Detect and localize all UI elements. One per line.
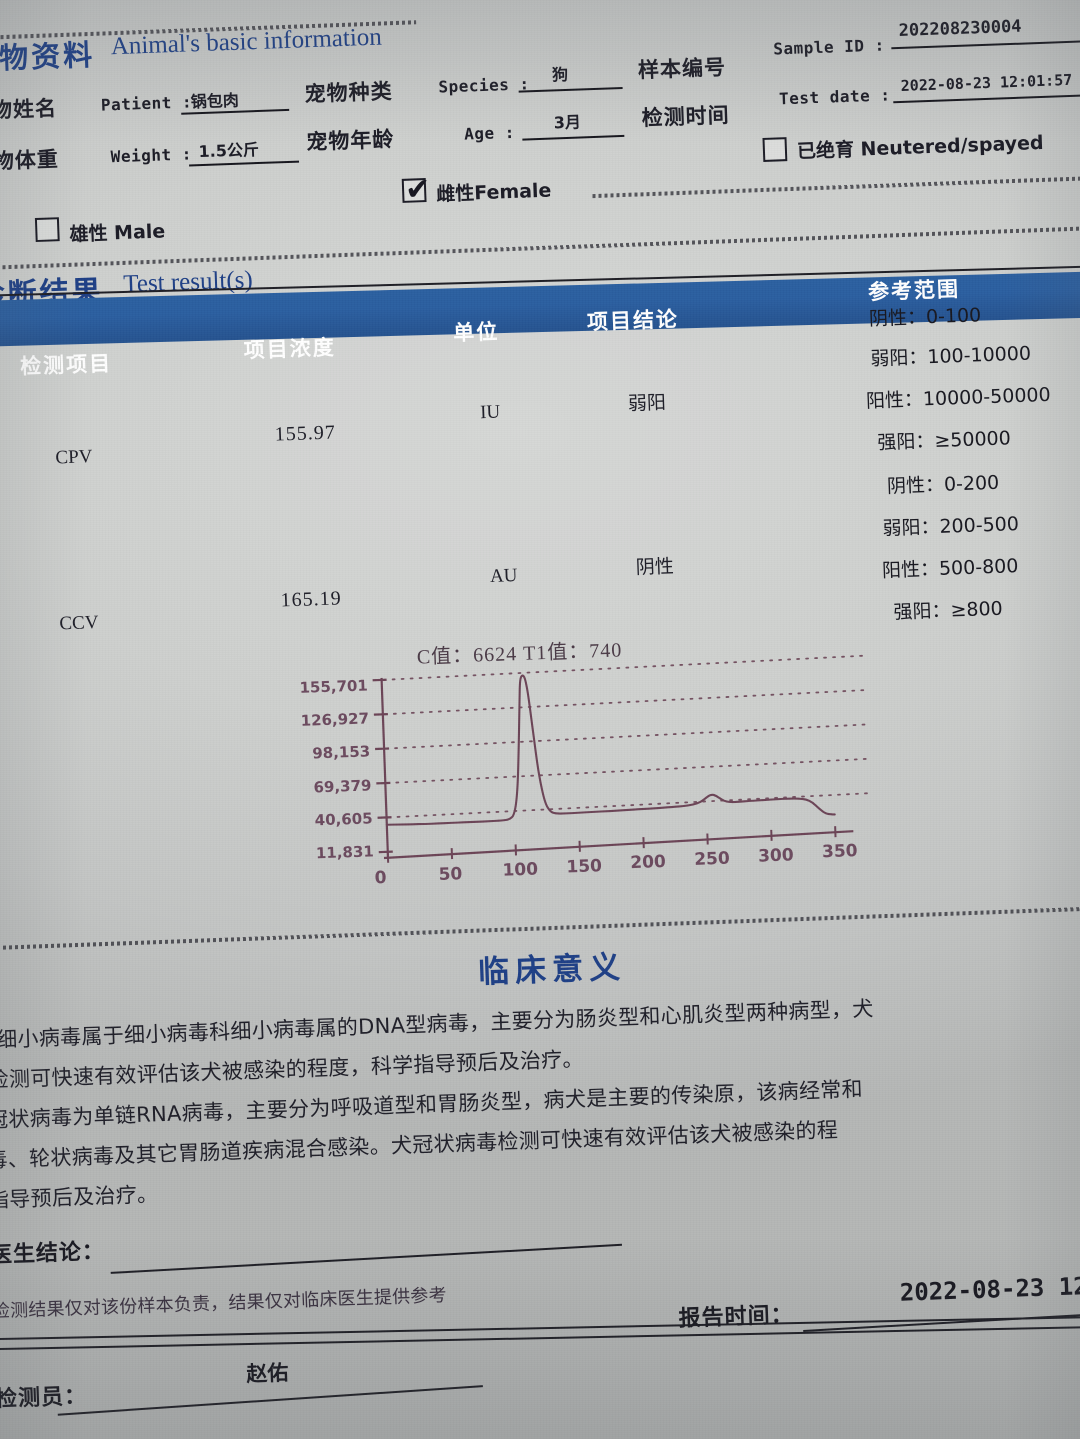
animal-info-title-en: Animal's basic information: [110, 23, 383, 61]
species-label-cn: 宠物种类: [304, 79, 394, 107]
row-unit-ccv: AU: [489, 565, 518, 587]
y-axis-tick-label: 69,379: [313, 775, 372, 797]
test-date-underline: [893, 93, 1080, 104]
x-axis-tick-label: 350: [821, 841, 858, 863]
report-time-label: 报告时间：: [678, 1302, 795, 1332]
report-footer: 医生结论： 检测结果仅对该份样本负责，结果仅对临床医生提供参考 检测员： 赵佑 …: [0, 1174, 1080, 1439]
weight-value: 1.5公斤: [198, 140, 260, 162]
x-axis-tick-label: 50: [438, 863, 463, 885]
reference-ccv-negative: 阴性：0-200: [886, 471, 1000, 498]
x-axis-tick-label: 250: [693, 848, 731, 870]
neutered-label: 已绝育 Neutered/spayed: [796, 131, 1044, 163]
test-results-section: 诊断结果 Test result(s) 检测项目 项目浓度 单位 项目结论 参考…: [0, 229, 1080, 670]
patient-label-en: Patient :: [100, 92, 193, 115]
neutered-checkbox[interactable]: [762, 137, 788, 162]
age-underline: [522, 134, 625, 141]
row-conclusion-ccv: 阴性: [635, 555, 675, 579]
tester-label: 检测员：: [0, 1383, 88, 1413]
species-underline: [518, 86, 623, 93]
sample-id-label-en: Sample ID :: [772, 35, 886, 59]
patient-value: 锅包肉: [190, 90, 240, 112]
column-header-unit: 单位: [452, 319, 500, 346]
row-conclusion-cpv: 弱阳: [627, 391, 667, 415]
header-dashed-rule-right: [592, 175, 1080, 199]
doctor-conclusion-underline: [110, 1243, 622, 1274]
age-value: 3月: [553, 112, 582, 133]
species-label-en: Species :: [438, 74, 530, 97]
row-concentration-cpv: 155.97: [274, 421, 337, 446]
row-concentration-ccv: 165.19: [280, 587, 343, 612]
male-label: 雄性 Male: [69, 220, 166, 246]
female-check-icon: ✔: [404, 171, 431, 208]
doctor-conclusion-label: 医生结论：: [0, 1239, 106, 1269]
row-item-ccv: CCV: [59, 612, 99, 635]
report-time-value: 2022-08-23 12:15: [899, 1270, 1080, 1307]
reference-cpv-weak-positive: 弱阳：100-10000: [870, 342, 1032, 371]
test-date-label-en: Test date :: [778, 85, 891, 109]
reference-cpv-strong-positive: 强阳：≥50000: [877, 427, 1012, 455]
clinical-line-1: 细小病毒属于细小病毒科细小病毒属的DNA型病毒，主要分为肠炎型和心肌炎型两种病型…: [0, 996, 874, 1052]
sample-id-underline: [891, 40, 1080, 50]
x-axis-tick-label: 0: [374, 867, 387, 889]
sample-id-label-cn: 样本编号: [637, 55, 727, 83]
reference-ccv-positive: 阳性：500-800: [881, 555, 1019, 582]
y-axis-tick-label: 155,701: [299, 676, 369, 697]
patient-label-cn: 宠物姓名: [0, 96, 58, 124]
x-axis-tick-label: 150: [566, 856, 603, 878]
y-axis-tick-label: 40,605: [314, 809, 373, 830]
reference-cpv-negative: 阴性：0-100: [868, 304, 982, 331]
row-unit-cpv: IU: [479, 401, 501, 424]
sample-id-value: 202208230004: [898, 16, 1022, 42]
report-page: 动物资料 Animal's basic information 宠物姓名 Pat…: [0, 0, 1080, 1439]
amplification-chart: C值：6624 T1值：740 11,831 40,605 69,379 98,153…: [268, 625, 877, 916]
reference-ccv-strong-positive: 强阳：≥800: [893, 597, 1004, 624]
column-header-conclusion: 项目结论: [586, 307, 680, 335]
animal-info-section: 动物资料 Animal's basic information 宠物姓名 Pat…: [0, 0, 1080, 271]
male-checkbox[interactable]: [34, 217, 60, 243]
paper-sheet: 动物资料 Animal's basic information 宠物姓名 Pat…: [0, 0, 1080, 1439]
y-axis-tick-label: 11,831: [315, 842, 375, 863]
female-checkbox[interactable]: ✔: [401, 172, 431, 208]
animal-info-title-cn: 动物资料: [0, 37, 96, 77]
age-label-cn: 宠物年龄: [305, 127, 395, 155]
column-header-concentration: 项目浓度: [243, 335, 337, 363]
y-axis-tick-label: 98,153: [312, 742, 371, 763]
clinical-line-5: 指导预后及治疗。: [0, 1182, 159, 1213]
tester-underline: [57, 1385, 483, 1416]
column-header-item: 检测项目: [19, 351, 113, 379]
weight-label-cn: 宠物体重: [0, 147, 60, 175]
age-label-en: Age :: [463, 122, 516, 144]
species-value: 狗: [551, 64, 569, 85]
reference-cpv-positive: 阳性：10000-50000: [865, 383, 1052, 413]
reference-ccv-weak-positive: 弱阳：200-500: [882, 513, 1020, 540]
test-date-label-cn: 检测时间: [641, 103, 731, 131]
row-item-cpv: CPV: [55, 446, 93, 469]
x-axis-tick-label: 300: [757, 845, 795, 867]
x-axis-tick-label: 100: [502, 859, 539, 881]
female-label: 雌性Female: [435, 179, 552, 206]
clinical-significance-title: 临床意义: [477, 949, 627, 991]
tester-value: 赵佑: [245, 1360, 289, 1387]
report-disclaimer: 检测结果仅对该份样本负责，结果仅对临床医生提供参考: [0, 1285, 448, 1323]
x-axis-tick-label: 200: [629, 852, 667, 874]
weight-label-en: Weight :: [110, 144, 193, 167]
y-axis-tick-label: 126,927: [300, 709, 370, 731]
test-date-value: 2022-08-23 12:01:57: [900, 70, 1073, 95]
